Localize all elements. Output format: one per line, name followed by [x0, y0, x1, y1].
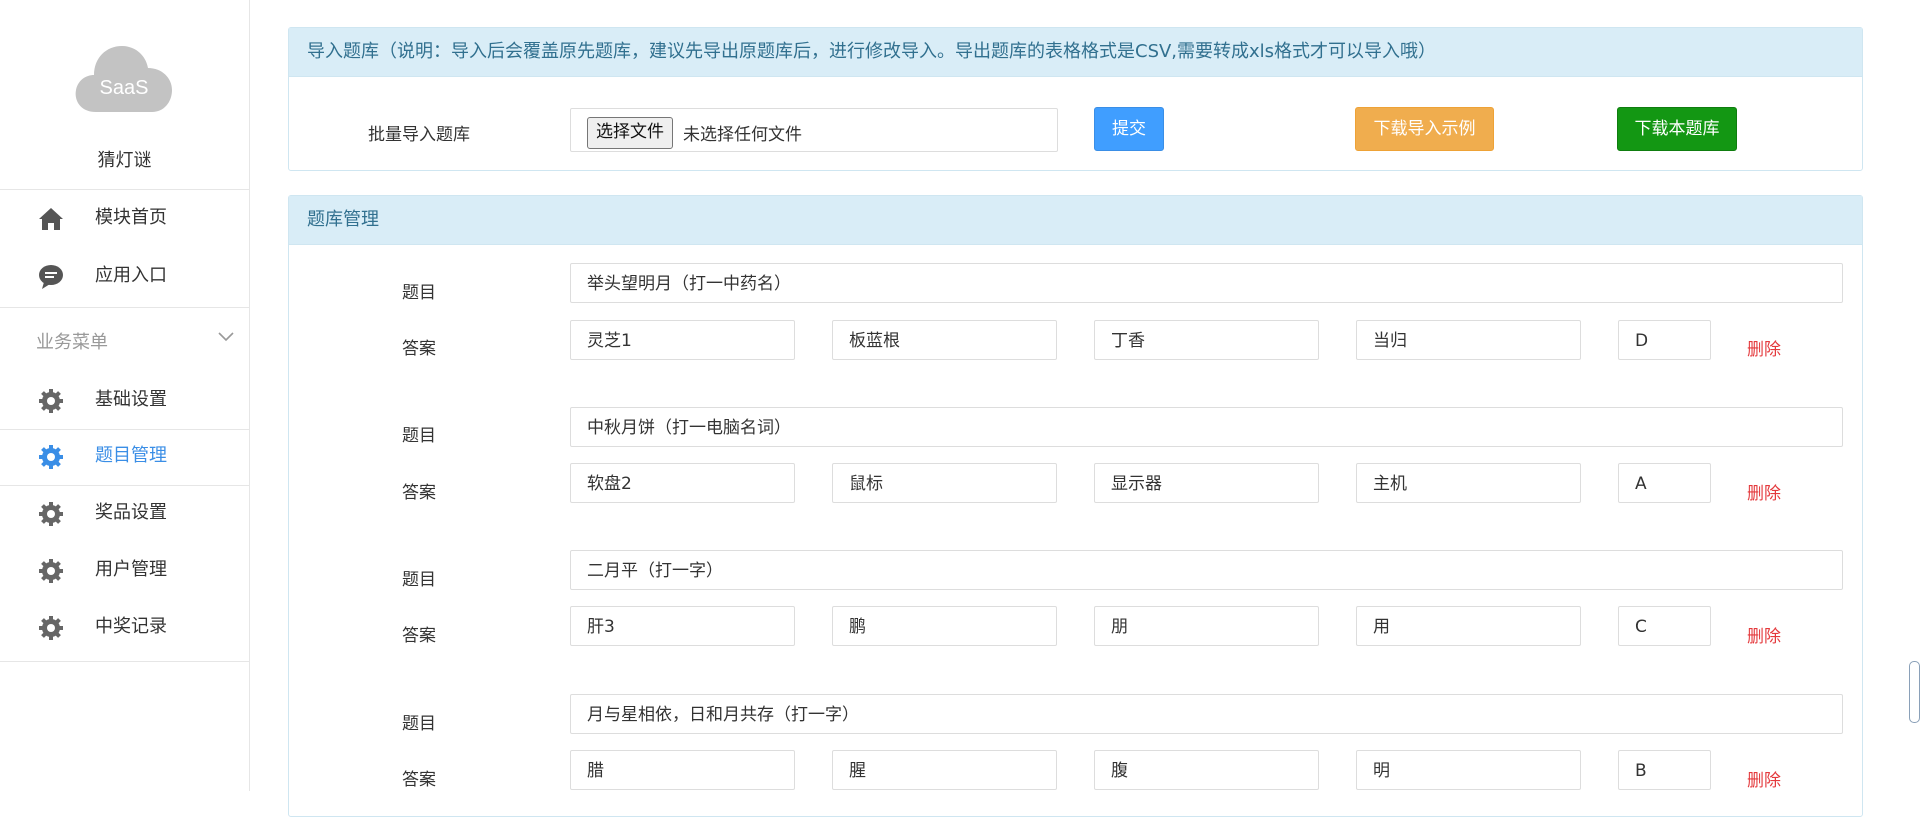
home-icon: [39, 208, 63, 230]
nav-item-winning-records[interactable]: 中奖记录: [0, 599, 249, 655]
option-input[interactable]: 鹏: [832, 606, 1057, 646]
answer-input[interactable]: B: [1618, 750, 1711, 790]
chat-bubble-icon: [39, 265, 63, 289]
delete-link[interactable]: 删除: [1747, 479, 1781, 504]
nav-label: 模块首页: [95, 207, 167, 228]
nav-label: 用户管理: [95, 559, 167, 580]
logo-text: SaaS: [99, 77, 149, 99]
answer-label: 答案: [402, 626, 436, 646]
gear-icon: [39, 445, 63, 469]
app-name: 猜灯谜: [97, 150, 152, 171]
option-input[interactable]: 腊: [570, 750, 795, 790]
option-input[interactable]: 丁香: [1094, 320, 1319, 360]
option-input[interactable]: 鼠标: [832, 463, 1057, 503]
option-input[interactable]: 用: [1356, 606, 1581, 646]
question-input[interactable]: 举头望明月（打一中药名）: [570, 263, 1843, 303]
nav-item-question-management[interactable]: 题目管理: [0, 428, 249, 484]
answer-label: 答案: [402, 770, 436, 790]
option-input[interactable]: 明: [1356, 750, 1581, 790]
gear-icon: [39, 389, 63, 413]
nav-item-prize-settings[interactable]: 奖品设置: [0, 485, 249, 541]
sidebar: SaaS 猜灯谜 模块首页 应用入口 业务菜单 基础设置 题目管理 奖品设置 用…: [0, 0, 250, 791]
option-input[interactable]: 腥: [832, 750, 1057, 790]
group-label: 业务菜单: [36, 332, 108, 353]
answer-input[interactable]: D: [1618, 320, 1711, 360]
nav-label: 应用入口: [95, 265, 167, 286]
question-label: 题目: [402, 283, 436, 303]
chevron-down-icon[interactable]: [216, 326, 236, 346]
option-input[interactable]: 当归: [1356, 320, 1581, 360]
option-input[interactable]: 板蓝根: [832, 320, 1057, 360]
nav-label: 基础设置: [95, 389, 167, 410]
divider: [0, 661, 249, 662]
nav-label: 奖品设置: [95, 502, 167, 523]
gear-icon: [39, 616, 63, 640]
nav-label: 中奖记录: [95, 616, 167, 637]
option-input[interactable]: 主机: [1356, 463, 1581, 503]
divider: [0, 307, 249, 308]
question-management-title: 题库管理: [289, 196, 1862, 245]
answer-input[interactable]: C: [1618, 606, 1711, 646]
answer-label: 答案: [402, 483, 436, 503]
download-example-button[interactable]: 下载导入示例: [1355, 107, 1494, 151]
saas-cloud-logo: SaaS: [74, 40, 174, 114]
option-input[interactable]: 软盘2: [570, 463, 795, 503]
question-label: 题目: [402, 426, 436, 446]
question-input[interactable]: 二月平（打一字）: [570, 550, 1843, 590]
gear-icon: [39, 502, 63, 526]
option-input[interactable]: 腹: [1094, 750, 1319, 790]
nav-item-user-management[interactable]: 用户管理: [0, 542, 249, 598]
question-management-panel: 题库管理 题目 举头望明月（打一中药名） 答案 灵芝1 板蓝根 丁香 当归 D …: [288, 195, 1863, 817]
nav-label: 题目管理: [95, 445, 167, 466]
nav-item-basic-settings[interactable]: 基础设置: [0, 372, 249, 428]
download-bank-button[interactable]: 下载本题库: [1617, 107, 1737, 151]
choose-file-button[interactable]: 选择文件: [587, 117, 673, 149]
logo-area: SaaS 猜灯谜: [0, 0, 249, 190]
answer-input[interactable]: A: [1618, 463, 1711, 503]
delete-link[interactable]: 删除: [1747, 335, 1781, 360]
option-input[interactable]: 灵芝1: [570, 320, 795, 360]
question-label: 题目: [402, 714, 436, 734]
import-panel: 导入题库（说明：导入后会覆盖原先题库，建议先导出原题库后，进行修改导入。导出题库…: [288, 27, 1863, 171]
question-input[interactable]: 中秋月饼（打一电脑名词）: [570, 407, 1843, 447]
scrollbar-thumb[interactable]: [1909, 661, 1920, 723]
delete-link[interactable]: 删除: [1747, 766, 1781, 791]
question-input[interactable]: 月与星相依，日和月共存（打一字）: [570, 694, 1843, 734]
delete-link[interactable]: 删除: [1747, 622, 1781, 647]
answer-label: 答案: [402, 339, 436, 359]
file-status: 未选择任何文件: [683, 125, 802, 145]
file-input[interactable]: 选择文件 未选择任何文件: [570, 108, 1058, 152]
import-panel-title: 导入题库（说明：导入后会覆盖原先题库，建议先导出原题库后，进行修改导入。导出题库…: [289, 28, 1862, 77]
nav-item-module-home[interactable]: 模块首页: [0, 190, 249, 246]
nav-item-app-entry[interactable]: 应用入口: [0, 248, 249, 304]
batch-import-label: 批量导入题库: [368, 125, 470, 145]
submit-button[interactable]: 提交: [1094, 107, 1164, 151]
option-input[interactable]: 显示器: [1094, 463, 1319, 503]
question-label: 题目: [402, 570, 436, 590]
option-input[interactable]: 朋: [1094, 606, 1319, 646]
option-input[interactable]: 肝3: [570, 606, 795, 646]
gear-icon: [39, 559, 63, 583]
